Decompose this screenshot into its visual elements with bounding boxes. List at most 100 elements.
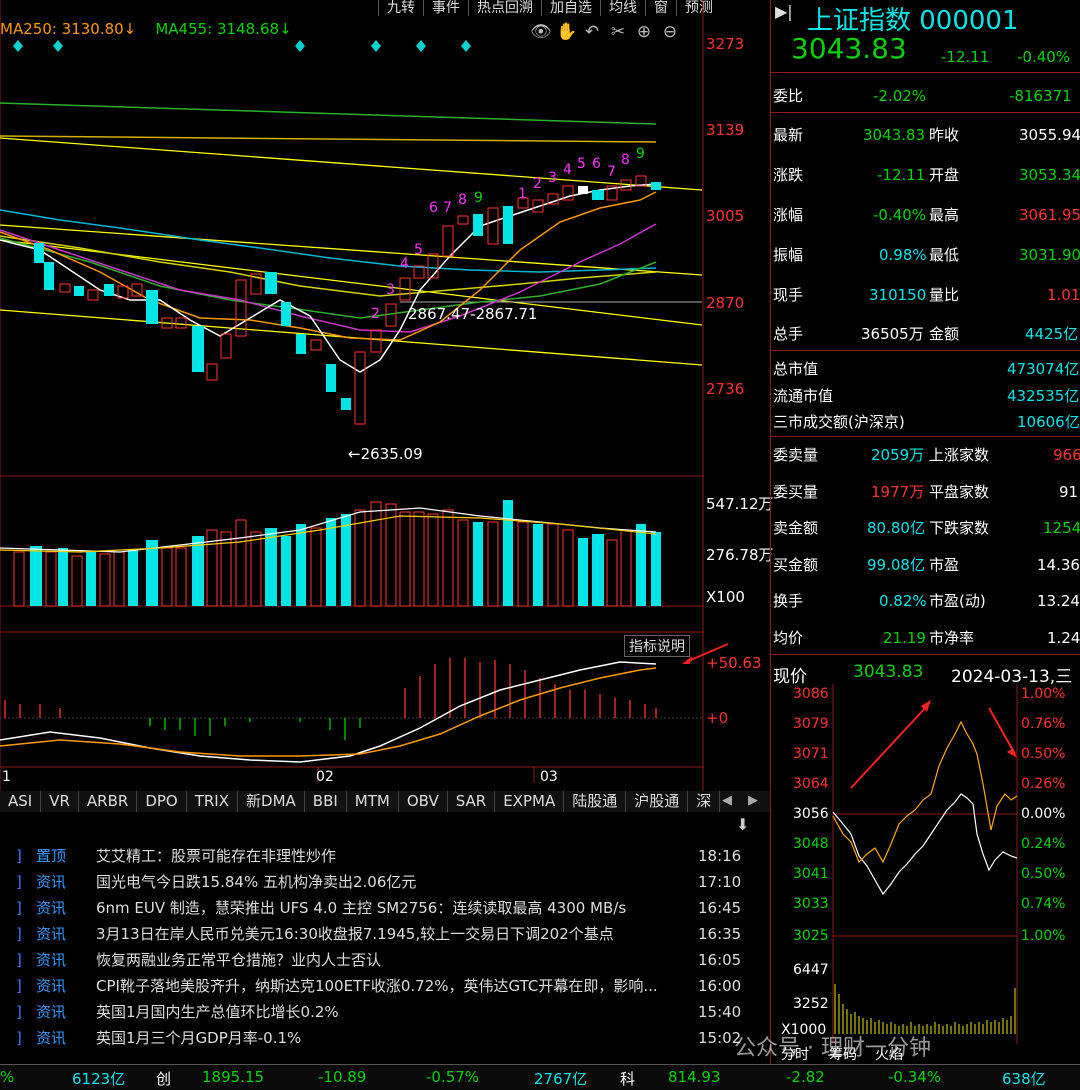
- price-change: -12.11: [941, 48, 990, 66]
- value-float-mkt-cap: 432535亿: [1007, 387, 1080, 405]
- value-volume-ratio: 1.01: [1047, 286, 1080, 304]
- value-low: 3031.90: [1019, 246, 1080, 264]
- label-current-volume: 现手: [773, 286, 804, 304]
- news-item[interactable]: ] 资讯 CPI靴子落地美股齐升，纳斯达克100ETF收涨0.72%，英伟达GTC开…: [0, 973, 760, 999]
- td2-count-2: 2: [533, 176, 542, 192]
- month-label-3: 03: [540, 769, 558, 785]
- news-item[interactable]: ] 资讯 6nm EUV 制造，慧荣推出 UFS 4.0 主控 SM2756：连续读…: [0, 895, 760, 921]
- indicator-tabs: ASI VR ARBR DPO TRIX 新DMA BBI MTM OBV SA…: [0, 791, 770, 812]
- download-icon[interactable]: ⬇: [736, 815, 749, 834]
- intraday-right-axis-5: 0.24%: [1021, 836, 1066, 852]
- kline-chart[interactable]: [0, 0, 770, 791]
- value-open: 3053.34: [1019, 166, 1080, 184]
- intraday-chart[interactable]: [771, 684, 1080, 1044]
- tab-scroll-left-icon[interactable]: ◀: [722, 793, 732, 808]
- td-count-6: 6: [429, 200, 438, 216]
- status-star-change: -2.82: [786, 1068, 825, 1086]
- tab-mtm[interactable]: MTM: [347, 791, 399, 812]
- macd-axis-zero: +0: [706, 709, 729, 727]
- tab-newdma[interactable]: 新DMA: [238, 791, 305, 812]
- volume-axis-top: 547.12万: [706, 495, 774, 513]
- news-item[interactable]: ] 置顶 艾艾精工：股票可能存在非理性炒作 18:16: [0, 843, 760, 869]
- tab-vr[interactable]: VR: [41, 791, 79, 812]
- label-open: 开盘: [929, 166, 960, 184]
- label-pe: 市盈: [929, 556, 960, 574]
- intraday-left-axis-7: 3033: [793, 896, 829, 912]
- label-change: 涨跌: [773, 166, 804, 184]
- tab-arbr[interactable]: ARBR: [79, 791, 138, 812]
- price-axis-3: 2870: [706, 294, 745, 312]
- value-avg-price: 21.19: [883, 629, 926, 647]
- value-current-volume: 310150: [869, 286, 927, 304]
- intraday-left-axis-6: 3041: [793, 866, 829, 882]
- low-annotation: ←2635.09: [348, 445, 423, 463]
- value-flat-count: 91: [1059, 483, 1079, 501]
- td2-count-5: 5: [577, 156, 586, 172]
- news-item[interactable]: ] 资讯 英国1月国内生产总值环比增长0.2% 15:40: [0, 999, 760, 1025]
- label-amount: 金额: [929, 325, 960, 343]
- td-count-3: 3: [386, 282, 395, 298]
- value-down-count: 1254: [1043, 519, 1080, 537]
- value-up-count: 966: [1053, 446, 1080, 464]
- volume-axis-unit: X100: [706, 588, 745, 606]
- label-change-pct: 涨幅: [773, 206, 804, 224]
- label-sell-amount: 卖金额: [773, 519, 819, 537]
- price-change-pct: -0.40%: [1017, 48, 1071, 66]
- label-total-mkt-cap: 总市值: [773, 360, 819, 378]
- tab-expma[interactable]: EXPMA: [495, 791, 565, 812]
- value-latest: 3043.83: [863, 126, 926, 144]
- tab-bbi[interactable]: BBI: [305, 791, 347, 812]
- value-sell-amount: 80.80亿: [867, 519, 925, 537]
- label-low: 最低: [929, 246, 960, 264]
- price-axis-0: 3273: [706, 35, 745, 53]
- value-total-volume: 36505万: [861, 325, 924, 343]
- td2-count-6: 6: [592, 156, 601, 172]
- intraday-vol-axis-top: 6447: [793, 962, 829, 978]
- indicator-explain-button[interactable]: 指标说明: [624, 635, 690, 657]
- tab-lugutong[interactable]: 陆股通: [564, 791, 627, 812]
- intraday-right-axis-7: 0.74%: [1021, 896, 1066, 912]
- intraday-left-axis-4: 3056: [793, 806, 829, 822]
- intraday-right-axis-3: 0.26%: [1021, 776, 1066, 792]
- value-amplitude: 0.98%: [879, 246, 927, 264]
- value-prev-close: 3055.94: [1019, 126, 1080, 144]
- value-turnover-3mkts: 10606亿: [1017, 413, 1080, 431]
- intraday-right-axis-0: 1.00%: [1021, 686, 1066, 702]
- intraday-right-axis-1: 0.76%: [1021, 716, 1066, 732]
- weibi-label: 委比: [773, 87, 804, 105]
- td2-count-3: 3: [548, 170, 557, 186]
- tab-scroll-right-icon[interactable]: ▶: [748, 793, 758, 808]
- label-buy-amount: 买金额: [773, 556, 819, 574]
- news-item[interactable]: ] 资讯 英国1月三个月GDP月率-0.1% 15:02: [0, 1025, 760, 1051]
- tab-dpo[interactable]: DPO: [137, 791, 187, 812]
- stock-terminal: 九转 事件 热点回溯 加自选 均线 窗 预测 MA250: 3130.80↓ M…: [0, 0, 1080, 1090]
- tab-shen[interactable]: 深: [688, 791, 721, 812]
- tab-trix[interactable]: TRIX: [187, 791, 239, 812]
- value-sell-vol: 2059万: [871, 446, 925, 464]
- label-latest: 最新: [773, 126, 804, 144]
- label-flat-count: 平盘家数: [929, 483, 990, 501]
- intraday-left-axis-2: 3071: [793, 746, 829, 762]
- value-pe-dynamic: 13.24: [1037, 592, 1080, 610]
- label-high: 最高: [929, 206, 960, 224]
- month-label-2: 02: [316, 769, 334, 785]
- label-turnover-3mkts: 三市成交额(沪深京): [773, 413, 905, 431]
- label-total-volume: 总手: [773, 325, 804, 343]
- label-prev-close: 昨收: [929, 126, 960, 144]
- panel-toggle-icon[interactable]: ▶|: [775, 2, 793, 21]
- tab-sar[interactable]: SAR: [448, 791, 496, 812]
- label-turnover-rate: 换手: [773, 592, 804, 610]
- status-a-amount: 6123亿: [72, 1070, 126, 1088]
- tab-obv[interactable]: OBV: [399, 791, 448, 812]
- label-sell-vol: 委卖量: [773, 446, 819, 464]
- news-item[interactable]: ] 资讯 3月13日在岸人民币兑美元16:30收盘报7.1945,较上一交易日下调2…: [0, 921, 760, 947]
- news-item[interactable]: ] 资讯 恢复两融业务正常平仓措施？业内人士否认 16:05: [0, 947, 760, 973]
- label-float-mkt-cap: 流通市值: [773, 387, 834, 405]
- range-annotation: 2867.47-2867.71: [408, 305, 538, 323]
- news-item[interactable]: ] 资讯 国光电气今日跌15.84% 五机构净卖出2.06亿元 17:10: [0, 869, 760, 895]
- tab-asi[interactable]: ASI: [0, 791, 42, 812]
- intraday-left-axis-3: 3064: [793, 776, 829, 792]
- intraday-right-axis-6: 0.50%: [1021, 866, 1066, 882]
- tab-hugutong[interactable]: 沪股通: [626, 791, 689, 812]
- intraday-left-axis-5: 3048: [793, 836, 829, 852]
